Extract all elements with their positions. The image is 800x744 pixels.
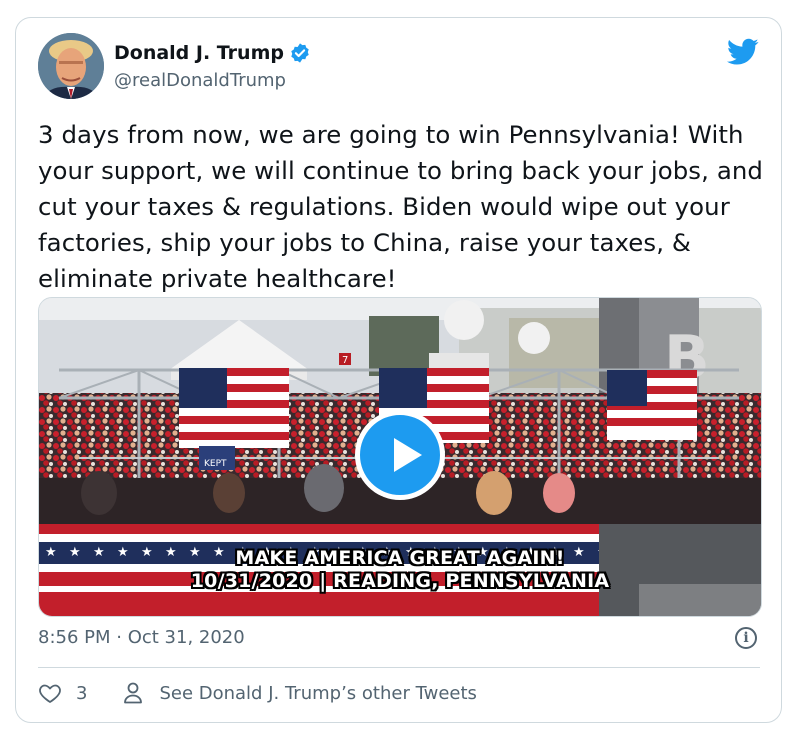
twitter-bird-icon[interactable] xyxy=(727,38,759,66)
heart-icon xyxy=(39,684,61,703)
divider xyxy=(38,667,760,668)
author-avatar[interactable] xyxy=(38,33,104,99)
crowd-sign: KEPT xyxy=(204,459,227,469)
tweet-actions: 3 See Donald J. Trump’s other Tweets xyxy=(38,681,477,705)
info-icon[interactable]: i xyxy=(735,627,757,649)
video-caption-line1: MAKE AMERICA GREAT AGAIN! xyxy=(235,547,565,569)
author-name[interactable]: Donald J. Trump xyxy=(114,42,284,64)
flag-left xyxy=(179,368,289,448)
like-button[interactable]: 3 xyxy=(38,681,87,705)
tweet-card: Donald J. Trump @realDonaldTrump 3 days … xyxy=(15,17,782,723)
other-tweets-label: See Donald J. Trump’s other Tweets xyxy=(159,682,477,704)
video-player[interactable]: ★ B 7 xyxy=(38,297,762,617)
other-tweets-link[interactable]: See Donald J. Trump’s other Tweets xyxy=(123,682,477,704)
tweet-timestamp[interactable]: 8:56 PM · Oct 31, 2020 xyxy=(38,627,245,648)
tweet-text: 3 days from now, we are going to win Pen… xyxy=(38,120,764,293)
author-handle[interactable]: @realDonaldTrump xyxy=(114,70,286,91)
play-button[interactable] xyxy=(355,410,445,500)
video-caption-line2: 10/31/2020 | READING, PENNSYLVANIA xyxy=(190,570,610,592)
like-count: 3 xyxy=(76,682,88,704)
play-icon xyxy=(394,438,422,472)
author-name-row: Donald J. Trump xyxy=(114,42,311,64)
avatar-image xyxy=(38,33,104,99)
platform-number: 7 xyxy=(342,355,348,366)
person-icon xyxy=(124,682,143,704)
flag-right xyxy=(607,370,697,440)
verified-badge-icon xyxy=(291,43,309,63)
